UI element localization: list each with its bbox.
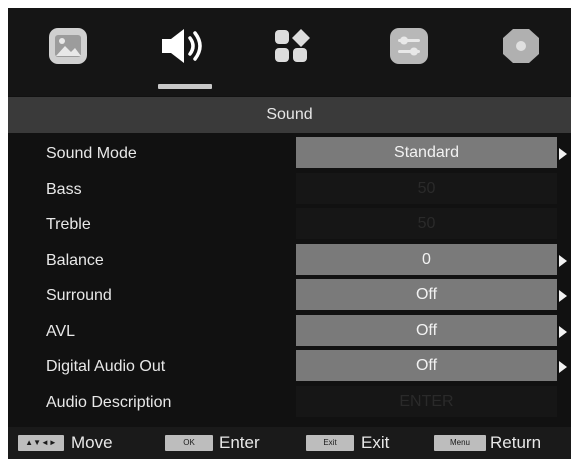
ok-key-icon: OK (165, 435, 213, 451)
arrow-right-icon[interactable] (559, 290, 567, 302)
setting-row-bass: Bass 50 (8, 172, 571, 208)
sound-settings-list: Sound Mode Standard Bass 50 Treble 50 Ba… (8, 136, 571, 420)
setting-row-treble: Treble 50 (8, 207, 571, 243)
arrow-right-icon[interactable] (559, 148, 567, 160)
move-hint-label: Move (71, 433, 113, 452)
setting-value-disabled: 50 (296, 208, 557, 239)
page-title: Sound (266, 106, 313, 123)
setting-row-sound-mode[interactable]: Sound Mode Standard (8, 136, 571, 172)
setting-value-selector[interactable]: Off (296, 314, 557, 346)
tab-sound[interactable] (160, 26, 210, 66)
picture-icon (49, 28, 87, 64)
setting-value-selector[interactable]: 0 (296, 243, 557, 275)
key-hint-bar: ▲▼◄► Move OK Enter Exit Exit Menu Return (8, 427, 571, 459)
menu-title-bar: Sound (8, 97, 571, 133)
setting-label: AVL (46, 322, 76, 340)
tv-menu-screen: Sound Sound Mode Standard Bass 50 Treble… (8, 8, 571, 459)
setting-value-disabled: 50 (296, 172, 557, 204)
tab-settings[interactable] (389, 26, 429, 66)
setting-row-surround[interactable]: Surround Off (8, 278, 571, 314)
channels-icon (275, 29, 310, 62)
speaker-icon (162, 29, 202, 63)
enter-hint-label: Enter (219, 433, 260, 452)
setting-label: Treble (46, 216, 91, 233)
setting-label: Audio Description (46, 393, 172, 411)
lock-icon (503, 29, 539, 63)
setting-row-audio-description: Audio Description ENTER (8, 385, 571, 421)
arrow-keys-icon: ▲▼◄► (18, 435, 64, 451)
setting-row-digital-audio-out[interactable]: Digital Audio Out Off (8, 349, 571, 385)
setting-label: Bass (46, 180, 82, 198)
setting-row-balance[interactable]: Balance 0 (8, 243, 571, 279)
tab-picture[interactable] (48, 26, 88, 66)
setting-label: Surround (46, 287, 112, 304)
arrow-right-icon[interactable] (559, 325, 567, 338)
setting-label: Digital Audio Out (46, 358, 166, 375)
return-hint-label: Return (490, 433, 542, 452)
setting-row-avl[interactable]: AVL Off (8, 314, 571, 350)
setting-value-selector[interactable]: Off (296, 350, 557, 381)
exit-key-icon: Exit (306, 435, 354, 451)
tab-channels[interactable] (272, 26, 312, 66)
menu-key-icon: Menu (434, 435, 486, 451)
settings-icon (390, 28, 428, 64)
setting-value-disabled: ENTER (296, 385, 557, 417)
setting-value-selector[interactable]: Standard (296, 137, 557, 168)
setting-label: Balance (46, 251, 104, 269)
selected-tab-indicator (158, 84, 212, 89)
arrow-right-icon[interactable] (559, 254, 567, 267)
menu-tab-bar (8, 8, 571, 96)
arrow-right-icon[interactable] (559, 361, 567, 373)
tab-lock[interactable] (501, 26, 541, 66)
setting-value-selector[interactable]: Off (296, 279, 557, 310)
exit-hint-label: Exit (361, 433, 390, 452)
setting-label: Sound Mode (46, 145, 137, 162)
